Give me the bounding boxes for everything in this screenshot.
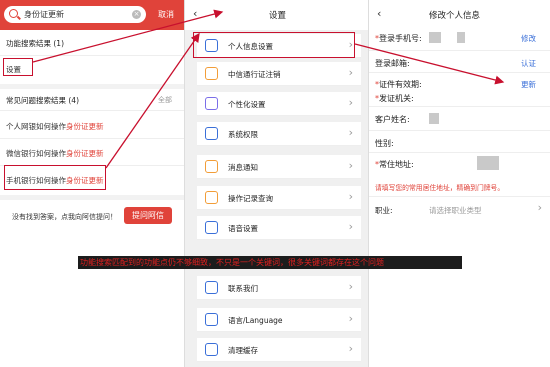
settings-item-clear-cache[interactable]: 清理缓存 › bbox=[197, 338, 361, 362]
chevron-right-icon: › bbox=[348, 159, 353, 172]
chevron-right-icon: › bbox=[348, 220, 353, 233]
name-label: 客户姓名: bbox=[375, 115, 410, 124]
highlight-box-faq-result bbox=[4, 165, 106, 190]
gender-label: 性别: bbox=[375, 139, 394, 148]
job-label: 职业: bbox=[375, 206, 393, 215]
faq-item-highlight: 身份证更新 bbox=[66, 149, 104, 158]
cancel-button[interactable]: 取消 bbox=[158, 9, 174, 20]
settings-item-permissions[interactable]: 系统权限 › bbox=[197, 122, 361, 146]
chevron-right-icon: › bbox=[348, 96, 353, 109]
settings-item-voice[interactable]: 语音设置 › bbox=[197, 216, 361, 240]
bell-icon bbox=[205, 160, 218, 173]
faq-results-title: 常见问题搜索结果 (4) bbox=[6, 96, 80, 105]
ask-prompt: 没有找到答案，点我向阿信提问！ bbox=[12, 213, 117, 221]
chevron-right-icon: › bbox=[348, 126, 353, 139]
faq-item[interactable]: 微信银行如何操作身份证更新 bbox=[6, 148, 104, 159]
headset-icon bbox=[205, 281, 218, 294]
settings-item-label: 语音设置 bbox=[228, 224, 258, 233]
settings-item-passport-cancel[interactable]: 中信通行证注销 › bbox=[197, 62, 361, 86]
masked-value bbox=[429, 113, 439, 124]
highlight-box-personal-info bbox=[193, 32, 355, 58]
chevron-right-icon: › bbox=[348, 342, 353, 355]
search-icon bbox=[9, 9, 18, 18]
chevron-right-icon: › bbox=[348, 280, 353, 293]
settings-item-notifications[interactable]: 消息通知 › bbox=[197, 155, 361, 179]
settings-item-label: 语言/Language bbox=[228, 316, 283, 325]
cache-icon bbox=[205, 343, 218, 356]
clear-icon[interactable]: × bbox=[132, 10, 141, 19]
settings-item-label: 个性化设置 bbox=[228, 100, 266, 109]
job-select[interactable]: 请选择职业类型 bbox=[429, 205, 482, 216]
annotation-banner: 功能搜索匹配到的功能点仍不够细致，不只是一个关键词，很多关键词都存在这个问题 bbox=[78, 256, 462, 269]
back-icon[interactable]: ‹ bbox=[193, 7, 197, 20]
faq-item[interactable]: 个人网银如何操作身份证更新 bbox=[6, 121, 104, 132]
settings-item-label: 清理缓存 bbox=[228, 346, 258, 355]
record-icon bbox=[205, 191, 218, 204]
settings-item-records[interactable]: 操作记录查询 › bbox=[197, 186, 361, 210]
faq-item-text: 个人网银如何操作 bbox=[6, 122, 66, 131]
permission-icon bbox=[205, 127, 218, 140]
settings-header: ‹ 设置 bbox=[185, 0, 368, 30]
settings-item-label: 联系我们 bbox=[228, 284, 258, 293]
settings-item-label: 操作记录查询 bbox=[228, 194, 273, 203]
masked-value bbox=[429, 32, 441, 43]
issuer-label: *发证机关: bbox=[375, 94, 414, 103]
settings-item-label: 消息通知 bbox=[228, 163, 258, 172]
personalize-icon bbox=[205, 97, 218, 110]
voice-icon bbox=[205, 221, 218, 234]
settings-item-personalize[interactable]: 个性化设置 › bbox=[197, 92, 361, 116]
language-icon bbox=[205, 313, 218, 326]
search-input[interactable]: 身份证更新 × bbox=[4, 6, 146, 23]
faq-more-link[interactable]: 全部 bbox=[158, 95, 172, 105]
chevron-right-icon: › bbox=[348, 190, 353, 203]
search-bar: 身份证更新 × 取消 bbox=[0, 0, 184, 30]
address-warning: 请填写您的常用居住地址，精确到门牌号。 bbox=[375, 184, 505, 192]
chevron-right-icon: › bbox=[348, 66, 353, 79]
chevron-right-icon: › bbox=[348, 312, 353, 325]
settings-item-label: 系统权限 bbox=[228, 130, 258, 139]
phone-edit-link[interactable]: 修改 bbox=[521, 33, 536, 44]
id-update-link[interactable]: 更新 bbox=[521, 79, 536, 90]
email-verify-link[interactable]: 认证 bbox=[521, 58, 536, 69]
masked-value bbox=[477, 156, 499, 170]
highlight-box-settings-result bbox=[3, 58, 33, 76]
id-validity-label: *证件有效期: bbox=[375, 80, 422, 89]
faq-item-highlight: 身份证更新 bbox=[66, 122, 104, 131]
phone-label: *登录手机号: bbox=[375, 34, 422, 43]
function-results-title: 功能搜索结果 (1) bbox=[6, 39, 65, 48]
search-query: 身份证更新 bbox=[24, 10, 64, 19]
page-title: 修改个人信息 bbox=[429, 11, 481, 21]
page-title: 设置 bbox=[269, 11, 287, 21]
ask-axin-button[interactable]: 提问阿信 bbox=[124, 207, 172, 224]
passport-icon bbox=[205, 67, 218, 80]
settings-item-contact[interactable]: 联系我们 › bbox=[197, 276, 361, 300]
email-label: 登录邮箱: bbox=[375, 59, 410, 68]
profile-panel: ‹ 修改个人信息 *登录手机号: 修改 登录邮箱: 认证 *证件有效期: 更新 … bbox=[368, 0, 550, 367]
chevron-right-icon: › bbox=[537, 201, 542, 214]
settings-item-label: 中信通行证注销 bbox=[228, 70, 281, 79]
faq-item-text: 微信银行如何操作 bbox=[6, 149, 66, 158]
settings-item-language[interactable]: 语言/Language › bbox=[197, 308, 361, 332]
masked-value bbox=[457, 32, 465, 43]
back-icon[interactable]: ‹ bbox=[377, 7, 381, 20]
address-label: *常住地址: bbox=[375, 160, 414, 169]
